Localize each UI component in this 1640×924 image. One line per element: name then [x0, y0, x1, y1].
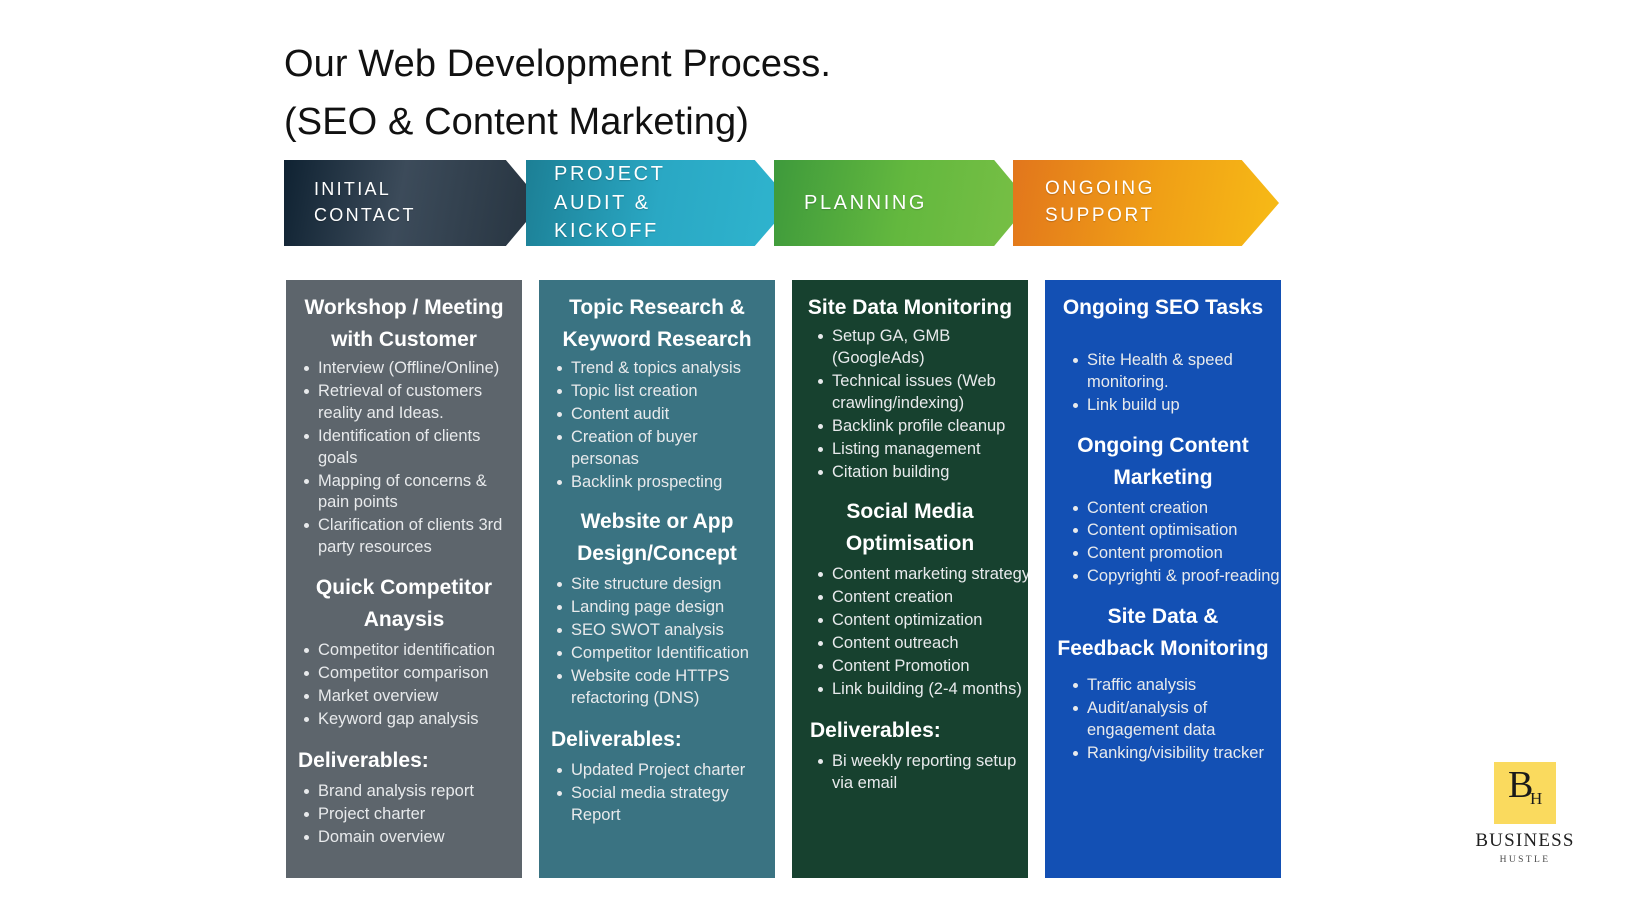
list-item: Traffic analysis	[1067, 675, 1271, 697]
column-ongoing-support: Ongoing SEO Tasks Site Health & speed mo…	[1045, 280, 1281, 878]
logo-letter-h: H	[1530, 789, 1543, 808]
list-item: Creation of buyer personas	[551, 427, 765, 471]
list-item: Setup GA, GMB (GoogleAds)	[812, 326, 1018, 370]
column-heading: Site Data Monitoring	[807, 296, 1013, 319]
list-item: Mapping of concerns & pain points	[298, 471, 512, 515]
deliverables-list: Updated Project charter Social media str…	[551, 760, 765, 827]
column-sub-item-list: Content marketing strategy Content creat…	[812, 564, 1028, 701]
list-item: Bi weekly reporting setup via email	[812, 751, 1018, 795]
title-line-1: Our Web Development Process.	[284, 43, 831, 85]
slide-canvas: Our Web Development Process. (SEO & Cont…	[0, 0, 1640, 924]
list-item: Content optimisation	[1067, 520, 1271, 542]
list-item: Retrieval of customers reality and Ideas…	[298, 381, 512, 425]
process-step-label: ONGOING SUPPORT	[1045, 178, 1156, 226]
list-item: Content audit	[551, 404, 765, 426]
column-subheading-2: Site Data & Feedback Monitoring	[1057, 605, 1269, 661]
list-item: Content marketing strategy	[812, 564, 1028, 586]
list-item: Updated Project charter	[551, 760, 765, 782]
column-subheading: Ongoing Content Marketing	[1077, 433, 1249, 489]
column-project-audit: Topic Research & Keyword Research Trend …	[539, 280, 775, 878]
list-item: Link build up	[1067, 395, 1271, 417]
column-heading: Workshop / Meeting with Customer	[304, 296, 504, 351]
column-sub-item-list: Content creation Content optimisation Co…	[1067, 498, 1280, 589]
list-item: Competitor Identification	[551, 643, 765, 665]
column-initial-contact: Workshop / Meeting with Customer Intervi…	[286, 280, 522, 878]
list-item: Content outreach	[812, 633, 1018, 655]
column-heading: Ongoing SEO Tasks	[1062, 296, 1264, 319]
brand-logo: B H BUSINESS HUSTLE	[1465, 762, 1585, 865]
list-item: Content optimization	[812, 610, 1018, 632]
process-step-label: INITIAL CONTACT	[314, 179, 416, 225]
column-sub-item-list: Competitor identification Competitor com…	[298, 640, 512, 731]
list-item: Content creation	[812, 587, 1018, 609]
list-item: Competitor identification	[298, 640, 512, 662]
process-step-label: PROJECT AUDIT & KICKOFF	[554, 163, 666, 243]
list-item: Project charter	[298, 804, 512, 826]
list-item: Site Health & speed monitoring.	[1067, 350, 1271, 394]
deliverables-label: Deliverables:	[810, 718, 941, 742]
process-step-initial-contact[interactable]: INITIAL CONTACT	[284, 160, 542, 246]
list-item: Ranking/visibility tracker	[1067, 743, 1271, 765]
process-step-planning[interactable]: PLANNING	[774, 160, 1030, 246]
logo-tagline: HUSTLE	[1499, 855, 1551, 865]
column-sub-item-list-2: Traffic analysis Audit/analysis of engag…	[1067, 675, 1271, 765]
list-item: Backlink profile cleanup	[812, 416, 1018, 438]
column-planning: Site Data Monitoring Setup GA, GMB (Goog…	[792, 280, 1028, 878]
list-item: Content promotion	[1067, 543, 1271, 565]
list-item: Content Promotion	[812, 656, 1018, 678]
column-item-list: Interview (Offline/Online) Retrieval of …	[298, 358, 512, 559]
deliverables-label: Deliverables:	[551, 727, 682, 751]
process-step-ongoing-support[interactable]: ONGOING SUPPORT	[1013, 160, 1279, 246]
process-step-project-audit-kickoff[interactable]: PROJECT AUDIT & KICKOFF	[526, 160, 792, 246]
column-heading: Topic Research & Keyword Research	[562, 296, 752, 351]
list-item: Audit/analysis of engagement data	[1067, 698, 1271, 742]
column-item-list: Site Health & speed monitoring. Link bui…	[1067, 350, 1271, 417]
list-item: Keyword gap analysis	[298, 709, 512, 731]
list-item: Social media strategy Report	[551, 783, 765, 827]
list-item: Brand analysis report	[298, 781, 512, 803]
list-item: Competitor comparison	[298, 663, 512, 685]
list-item: Link building (2-4 months)	[812, 679, 1022, 701]
list-item: Market overview	[298, 686, 512, 708]
list-item: Copyrighti & proof-reading	[1067, 566, 1280, 588]
logo-mark-icon: B H	[1494, 762, 1556, 824]
deliverables-list: Bi weekly reporting setup via email	[812, 751, 1018, 795]
deliverables-list: Brand analysis report Project charter Do…	[298, 781, 512, 849]
column-subheading: Website or App Design/Concept	[577, 510, 737, 566]
logo-name: BUSINESS	[1475, 830, 1575, 851]
column-subheading: Quick Competitor Anaysis	[315, 576, 493, 632]
column-item-list: Setup GA, GMB (GoogleAds) Technical issu…	[812, 326, 1018, 484]
process-chevron-banner: INITIAL CONTACT PROJECT AUDIT & KICKOFF …	[284, 160, 1290, 246]
list-item: Website code HTTPS refactoring (DNS)	[551, 666, 765, 710]
column-subheading: Social Media Optimisation	[845, 500, 975, 556]
list-item: Trend & topics analysis	[551, 358, 765, 380]
list-item: Technical issues (Web crawling/indexing)	[812, 371, 1018, 415]
page-title: Our Web Development Process. (SEO & Cont…	[284, 36, 1284, 152]
deliverables-label: Deliverables:	[298, 748, 429, 772]
list-item: Identification of clients goals	[298, 426, 512, 470]
process-detail-columns: Workshop / Meeting with Customer Intervi…	[286, 280, 1306, 878]
list-item: Interview (Offline/Online)	[298, 358, 512, 380]
list-item: SEO SWOT analysis	[551, 620, 765, 642]
column-item-list: Trend & topics analysis Topic list creat…	[551, 358, 765, 494]
list-item: Site structure design	[551, 574, 765, 596]
list-item: Content creation	[1067, 498, 1271, 520]
list-item: Domain overview	[298, 827, 512, 849]
process-step-label: PLANNING	[804, 191, 928, 214]
list-item: Clarification of clients 3rd party resou…	[298, 515, 512, 559]
column-sub-item-list: Site structure design Landing page desig…	[551, 574, 765, 710]
list-item: Topic list creation	[551, 381, 765, 403]
list-item: Citation building	[812, 462, 1018, 484]
list-item: Listing management	[812, 439, 1018, 461]
list-item: Landing page design	[551, 597, 765, 619]
list-item: Backlink prospecting	[551, 472, 765, 494]
title-line-2: (SEO & Content Marketing)	[284, 100, 750, 143]
